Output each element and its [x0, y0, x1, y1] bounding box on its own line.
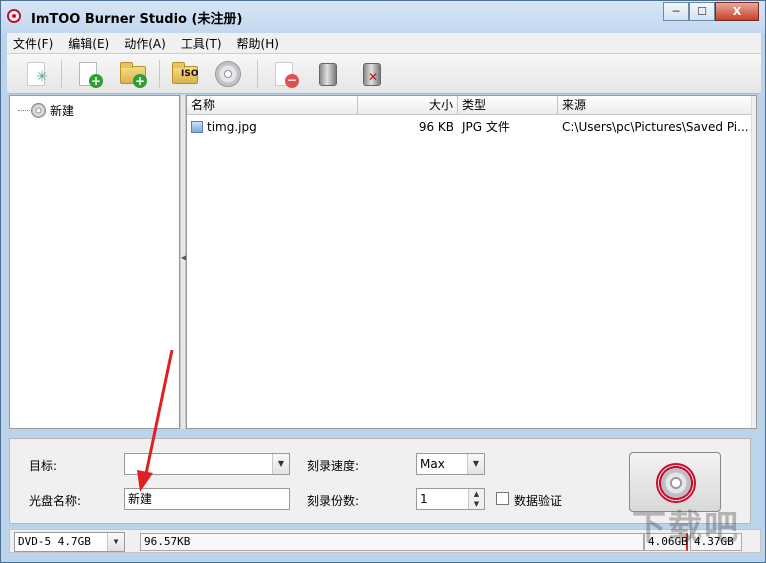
delete-icon: ✕ [363, 63, 381, 86]
column-name[interactable]: 名称 [187, 96, 358, 115]
disc-button[interactable] [214, 60, 242, 88]
image-file-icon [191, 121, 203, 133]
disc-icon [31, 103, 46, 118]
tree-connector [18, 110, 30, 111]
row-size: 96 KB [418, 120, 454, 134]
add-file-button[interactable]: + [75, 60, 103, 88]
file-list-header: 名称 大小 类型 来源 [187, 96, 753, 115]
clear-icon [319, 63, 337, 86]
new-disc-icon: ✳ [27, 62, 48, 86]
spin-up-icon[interactable]: ▲ [469, 489, 484, 499]
disc-type-dropdown[interactable]: DVD-5 4.7GB ▼ [14, 532, 125, 552]
tree-item-root[interactable]: 新建 [50, 102, 74, 119]
column-type[interactable]: 类型 [458, 96, 558, 115]
used-space-indicator: 96.57KB [140, 533, 644, 551]
table-row[interactable]: timg.jpg 96 KB JPG 文件 C:\Users\pc\Pictur… [187, 118, 753, 136]
minus-icon: − [285, 73, 299, 88]
clear-button[interactable] [313, 60, 341, 88]
menu-bar: 文件(F) 编辑(E) 动作(A) 工具(T) 帮助(H) [7, 33, 761, 53]
verify-checkbox[interactable] [496, 492, 509, 505]
iso-button[interactable]: ISO [171, 60, 199, 88]
toolbar-separator [257, 60, 258, 88]
disc-tree: 新建 [9, 95, 180, 429]
disc-name-label: 光盘名称: [29, 494, 82, 508]
window-title: ImTOO Burner Studio (未注册) [31, 12, 243, 27]
menu-file[interactable]: 文件(F) [13, 35, 53, 52]
column-source[interactable]: 来源 [558, 96, 753, 115]
app-logo-icon [7, 9, 21, 23]
new-disc-button[interactable]: ✳ [23, 60, 51, 88]
title-bar: ImTOO Burner Studio (未注册) ─ ☐ X [1, 1, 765, 33]
iso-icon: ISO [172, 62, 198, 84]
app-window: ImTOO Burner Studio (未注册) ─ ☐ X 文件(F) 编辑… [0, 0, 766, 563]
vertical-scrollbar[interactable] [751, 96, 756, 428]
spin-down-icon[interactable]: ▼ [469, 499, 484, 509]
target-label: 目标: [29, 459, 58, 473]
speed-label: 刻录速度: [307, 459, 360, 473]
file-list: 名称 大小 类型 来源 timg.jpg 96 KB JPG 文件 C:\Use… [186, 95, 757, 429]
maximize-button[interactable]: ☐ [689, 2, 715, 21]
copies-stepper[interactable]: 1 ▲ ▼ [416, 488, 485, 510]
spinner-buttons[interactable]: ▲ ▼ [468, 489, 484, 509]
menu-help[interactable]: 帮助(H) [237, 35, 279, 52]
toolbar-separator [61, 60, 62, 88]
burn-disc-icon [656, 463, 696, 503]
row-source: C:\Users\pc\Pictures\Saved Pi... [562, 120, 749, 134]
chevron-down-icon[interactable]: ▼ [107, 533, 124, 551]
close-button[interactable]: X [715, 2, 759, 21]
disc-icon [215, 61, 241, 87]
chevron-down-icon[interactable]: ▼ [272, 454, 289, 474]
watermark: 下载吧 [632, 508, 740, 548]
verify-label: 数据验证 [514, 494, 563, 508]
column-size[interactable]: 大小 [358, 96, 458, 115]
minimize-button[interactable]: ─ [663, 2, 689, 21]
menu-action[interactable]: 动作(A) [124, 35, 166, 52]
plus-icon: + [133, 74, 147, 88]
chevron-down-icon[interactable]: ▼ [467, 454, 484, 474]
toolbar-separator [159, 60, 160, 88]
menu-tools[interactable]: 工具(T) [181, 35, 222, 52]
add-folder-button[interactable]: + [119, 60, 147, 88]
row-type: JPG 文件 [462, 120, 510, 134]
delete-button[interactable]: ✕ [357, 60, 385, 88]
remove-file-button[interactable]: − [271, 60, 299, 88]
speed-dropdown[interactable]: Max ▼ [416, 453, 485, 475]
target-dropdown[interactable]: ▼ [124, 453, 290, 475]
disc-name-input[interactable]: 新建 [124, 488, 290, 510]
toolbar: ✳ + + ISO − ✕ [7, 54, 761, 94]
copies-label: 刻录份数: [307, 494, 360, 508]
window-controls: ─ ☐ X [663, 2, 759, 21]
menu-edit[interactable]: 编辑(E) [68, 35, 109, 52]
plus-icon: + [89, 74, 103, 88]
row-name: timg.jpg [187, 118, 358, 136]
